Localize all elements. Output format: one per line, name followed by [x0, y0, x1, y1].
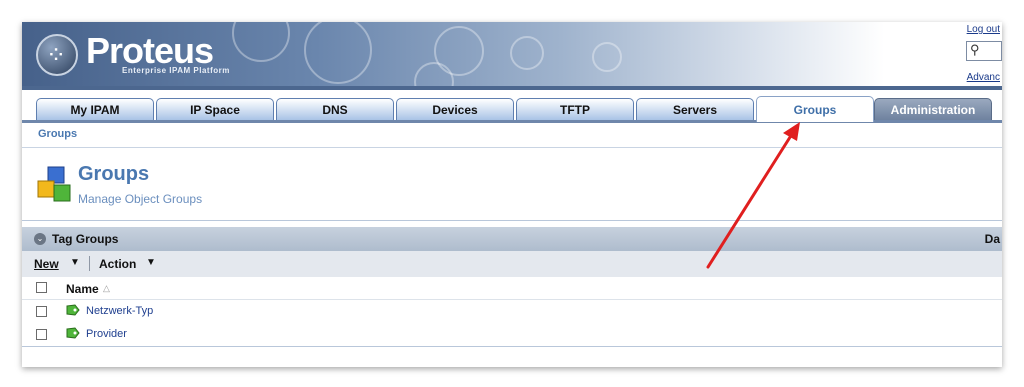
group-name-link[interactable]: Netzwerk-Typ — [86, 305, 153, 317]
action-menu-button[interactable]: Action — [99, 257, 136, 271]
tag-groups-section-header[interactable]: ⌄ Tag Groups Da — [22, 227, 1002, 251]
tab-tftp[interactable]: TFTP — [516, 98, 634, 120]
page-subtitle: Manage Object Groups — [78, 192, 203, 206]
decorative-bubble — [510, 36, 544, 70]
action-dropdown-caret-icon[interactable]: ▼ — [146, 257, 156, 268]
row-checkbox[interactable] — [36, 306, 47, 317]
main-tab-bar: My IPAM IP Space DNS Devices TFTP Server… — [22, 90, 1002, 123]
decorative-bubble — [592, 42, 622, 72]
advanced-search-link[interactable]: Advanc — [967, 72, 1000, 83]
row-checkbox[interactable] — [36, 329, 47, 340]
group-name-link[interactable]: Provider — [86, 328, 127, 340]
table-toolbar: New ▼ Action ▼ — [22, 251, 1002, 278]
decorative-bubble — [304, 22, 372, 84]
search-icon: ⚲ — [970, 42, 980, 57]
app-header: ⁘ Proteus Enterprise IPAM Platform Log o… — [22, 22, 1002, 102]
section-right-label: Da — [984, 232, 1000, 246]
collapse-chevron-icon[interactable]: ⌄ — [34, 233, 46, 245]
section-title: Tag Groups — [52, 232, 119, 246]
groups-cubes-icon — [37, 166, 71, 202]
table-header: Name △ — [22, 277, 1002, 300]
tag-group-icon — [66, 304, 80, 316]
title-divider — [22, 220, 1002, 221]
search-input[interactable]: ⚲ — [966, 41, 1002, 61]
tag-group-icon — [66, 327, 80, 339]
tab-ip-space[interactable]: IP Space — [156, 98, 274, 120]
tab-servers[interactable]: Servers — [636, 98, 754, 120]
app-window: ⁘ Proteus Enterprise IPAM Platform Log o… — [22, 22, 1002, 367]
sort-ascending-icon[interactable]: △ — [103, 283, 110, 294]
select-all-checkbox[interactable] — [36, 282, 47, 293]
table-row: Provider — [22, 323, 1002, 347]
tab-administration[interactable]: Administration — [874, 98, 992, 120]
logout-link[interactable]: Log out — [967, 24, 1000, 35]
new-menu-button[interactable]: New — [34, 257, 59, 271]
table-bottom-divider — [22, 346, 1002, 347]
column-header-name[interactable]: Name — [66, 282, 99, 296]
tab-devices[interactable]: Devices — [396, 98, 514, 120]
page-title: Groups — [78, 163, 150, 185]
breadcrumb-item-groups[interactable]: Groups — [38, 128, 77, 140]
table-row: Netzwerk-Typ — [22, 300, 1002, 324]
logo-icon: ⁘ — [36, 34, 78, 76]
toolbar-separator — [89, 256, 90, 271]
logo-subtitle: Enterprise IPAM Platform — [122, 66, 230, 75]
decorative-bubble — [232, 22, 290, 62]
tab-groups[interactable]: Groups — [756, 96, 874, 122]
breadcrumb: Groups — [22, 123, 1002, 148]
new-dropdown-caret-icon[interactable]: ▼ — [70, 257, 80, 268]
tab-my-ipam[interactable]: My IPAM — [36, 98, 154, 120]
tab-dns[interactable]: DNS — [276, 98, 394, 120]
